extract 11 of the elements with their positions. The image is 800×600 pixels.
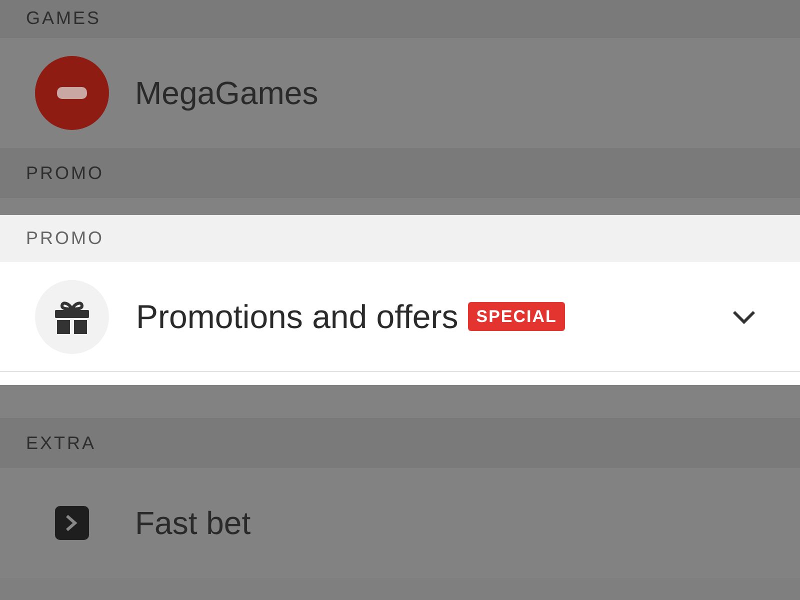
chevron-down-icon[interactable] bbox=[732, 310, 756, 324]
section-header: GAMES bbox=[26, 7, 102, 30]
section-header: PROMO bbox=[26, 162, 104, 184]
menu-item-label[interactable]: MegaGames bbox=[135, 69, 318, 117]
section-header: EXTRA bbox=[26, 432, 96, 454]
menu-item-label: Promotions and offers bbox=[136, 296, 458, 337]
menu-item[interactable]: Promotions and offers SPECIAL bbox=[0, 262, 800, 372]
logo-icon bbox=[35, 56, 109, 130]
menu-item-label[interactable]: Fast bet bbox=[135, 499, 251, 547]
special-badge: SPECIAL bbox=[468, 302, 565, 332]
section-header: PROMO bbox=[26, 227, 104, 250]
